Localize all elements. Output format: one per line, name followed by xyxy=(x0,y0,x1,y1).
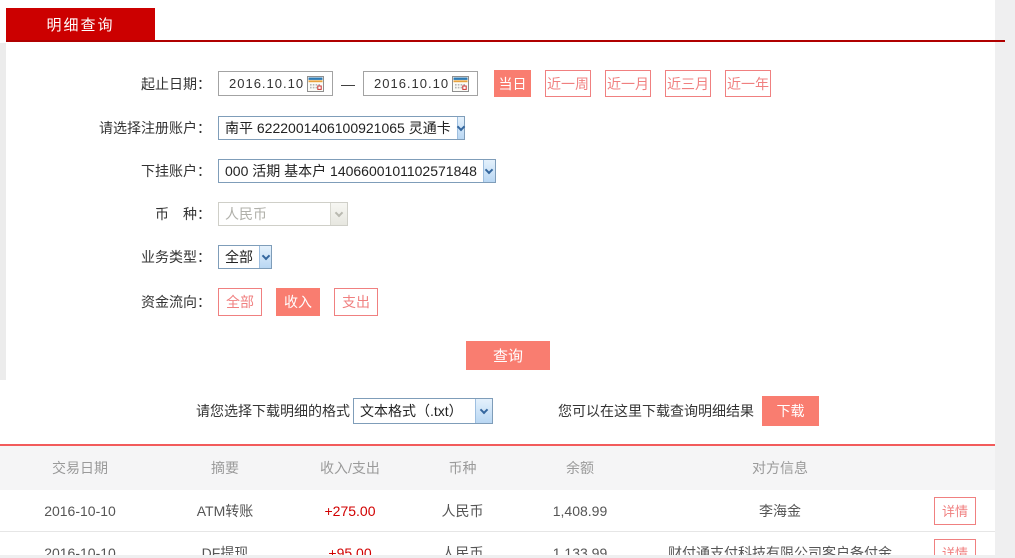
detail-query-page: 明细查询 起止日期： — xyxy=(0,0,1015,558)
business-type-value: 全部 xyxy=(225,249,253,265)
download-format-select[interactable]: 文本格式（.txt） xyxy=(353,398,493,424)
register-account-select[interactable]: 南平 6222001406100921065 灵通卡 xyxy=(218,116,466,140)
start-date-field[interactable] xyxy=(218,71,333,96)
range-month-button[interactable]: 近一月 xyxy=(605,70,651,97)
end-date-field[interactable] xyxy=(363,71,478,96)
right-gutter xyxy=(995,0,1015,558)
query-row: 查询 xyxy=(466,341,1015,370)
download-format-value: 文本格式（.txt） xyxy=(360,403,463,419)
cell-currency: 人民币 xyxy=(441,502,484,519)
detail-button[interactable]: 详情 xyxy=(934,496,976,525)
table-row: 2016-10-10 ATM转账 +275.00 人民币 1,408.99 李海… xyxy=(0,490,995,532)
sub-account-row: 下挂账户： 000 活期 基本户 1406600101102571848 xyxy=(6,159,1015,183)
tab-underline xyxy=(6,40,1005,42)
download-button[interactable]: 下载 xyxy=(762,396,819,426)
results-table: 交易日期 摘要 收入/支出 币种 余额 对方信息 2016-10-10 ATM转… xyxy=(0,446,995,558)
header-counterparty: 对方信息 xyxy=(752,460,808,476)
chevron-down-icon xyxy=(259,246,271,268)
download-format-label: 请您选择下载明细的格式 xyxy=(196,403,350,419)
date-separator: — xyxy=(341,75,355,92)
header-amount: 收入/支出 xyxy=(320,460,380,476)
range-quarter-button[interactable]: 近三月 xyxy=(665,70,711,97)
register-account-row: 请选择注册账户： 南平 6222001406100921065 灵通卡 xyxy=(6,116,1015,140)
cell-amount: +275.00 xyxy=(324,502,376,519)
tab-label: 明细查询 xyxy=(46,16,115,34)
query-button[interactable]: 查询 xyxy=(466,341,550,370)
business-type-select[interactable]: 全部 xyxy=(218,245,272,269)
fund-flow-income-button[interactable]: 收入 xyxy=(276,288,320,316)
cell-date: 2016-10-10 xyxy=(44,502,116,519)
header-summary: 摘要 xyxy=(211,460,239,476)
download-hint: 您可以在这里下载查询明细结果 xyxy=(558,403,754,419)
chevron-down-icon xyxy=(475,399,492,423)
query-form: 起止日期： — xyxy=(0,40,1015,430)
range-year-button[interactable]: 近一年 xyxy=(725,70,771,97)
currency-value: 人民币 xyxy=(225,206,267,222)
fund-flow-expense-button[interactable]: 支出 xyxy=(334,288,378,316)
tab-detail-query[interactable]: 明细查询 xyxy=(6,8,155,40)
sub-account-label: 下挂账户： xyxy=(141,163,211,179)
start-date-input[interactable] xyxy=(229,76,307,91)
fund-flow-all-button[interactable]: 全部 xyxy=(218,288,262,316)
register-account-value: 南平 6222001406100921065 灵通卡 xyxy=(225,120,451,136)
fund-flow-label: 资金流向： xyxy=(141,294,211,310)
left-gutter xyxy=(0,43,6,380)
header-currency: 币种 xyxy=(448,460,477,476)
sub-account-select[interactable]: 000 活期 基本户 1406600101102571848 xyxy=(218,159,496,183)
cell-balance: 1,408.99 xyxy=(552,502,608,519)
chevron-down-icon xyxy=(330,203,347,225)
calendar-icon[interactable] xyxy=(452,75,469,92)
currency-select: 人民币 xyxy=(218,202,348,226)
sub-account-value: 000 活期 基本户 1406600101102571848 xyxy=(225,163,477,179)
chevron-down-icon xyxy=(456,117,466,139)
cell-summary: ATM转账 xyxy=(196,502,254,519)
header-date: 交易日期 xyxy=(52,460,108,476)
tab-bar: 明细查询 xyxy=(0,0,1015,42)
end-date-input[interactable] xyxy=(374,76,452,91)
fund-flow-row: 资金流向： 全部 收入 支出 xyxy=(6,288,1015,316)
range-today-button[interactable]: 当日 xyxy=(494,70,531,97)
date-range-row: 起止日期： — xyxy=(6,70,1015,97)
download-row: 请您选择下载明细的格式 文本格式（.txt） 您可以在这里下载查询明细结果 下载 xyxy=(196,392,1015,430)
business-type-label: 业务类型： xyxy=(141,249,211,265)
currency-row: 币 种： 人民币 xyxy=(6,202,1015,226)
chevron-down-icon xyxy=(482,160,495,182)
calendar-icon[interactable] xyxy=(307,75,324,92)
range-week-button[interactable]: 近一周 xyxy=(545,70,591,97)
business-type-row: 业务类型： 全部 xyxy=(6,245,1015,269)
header-balance: 余额 xyxy=(566,460,594,476)
register-account-label: 请选择注册账户： xyxy=(99,120,211,136)
table-header-row: 交易日期 摘要 收入/支出 币种 余额 对方信息 xyxy=(0,446,995,490)
currency-label: 币 种： xyxy=(155,206,211,222)
cell-counterparty: 李海金 xyxy=(759,502,801,519)
date-range-label: 起止日期： xyxy=(141,75,211,92)
